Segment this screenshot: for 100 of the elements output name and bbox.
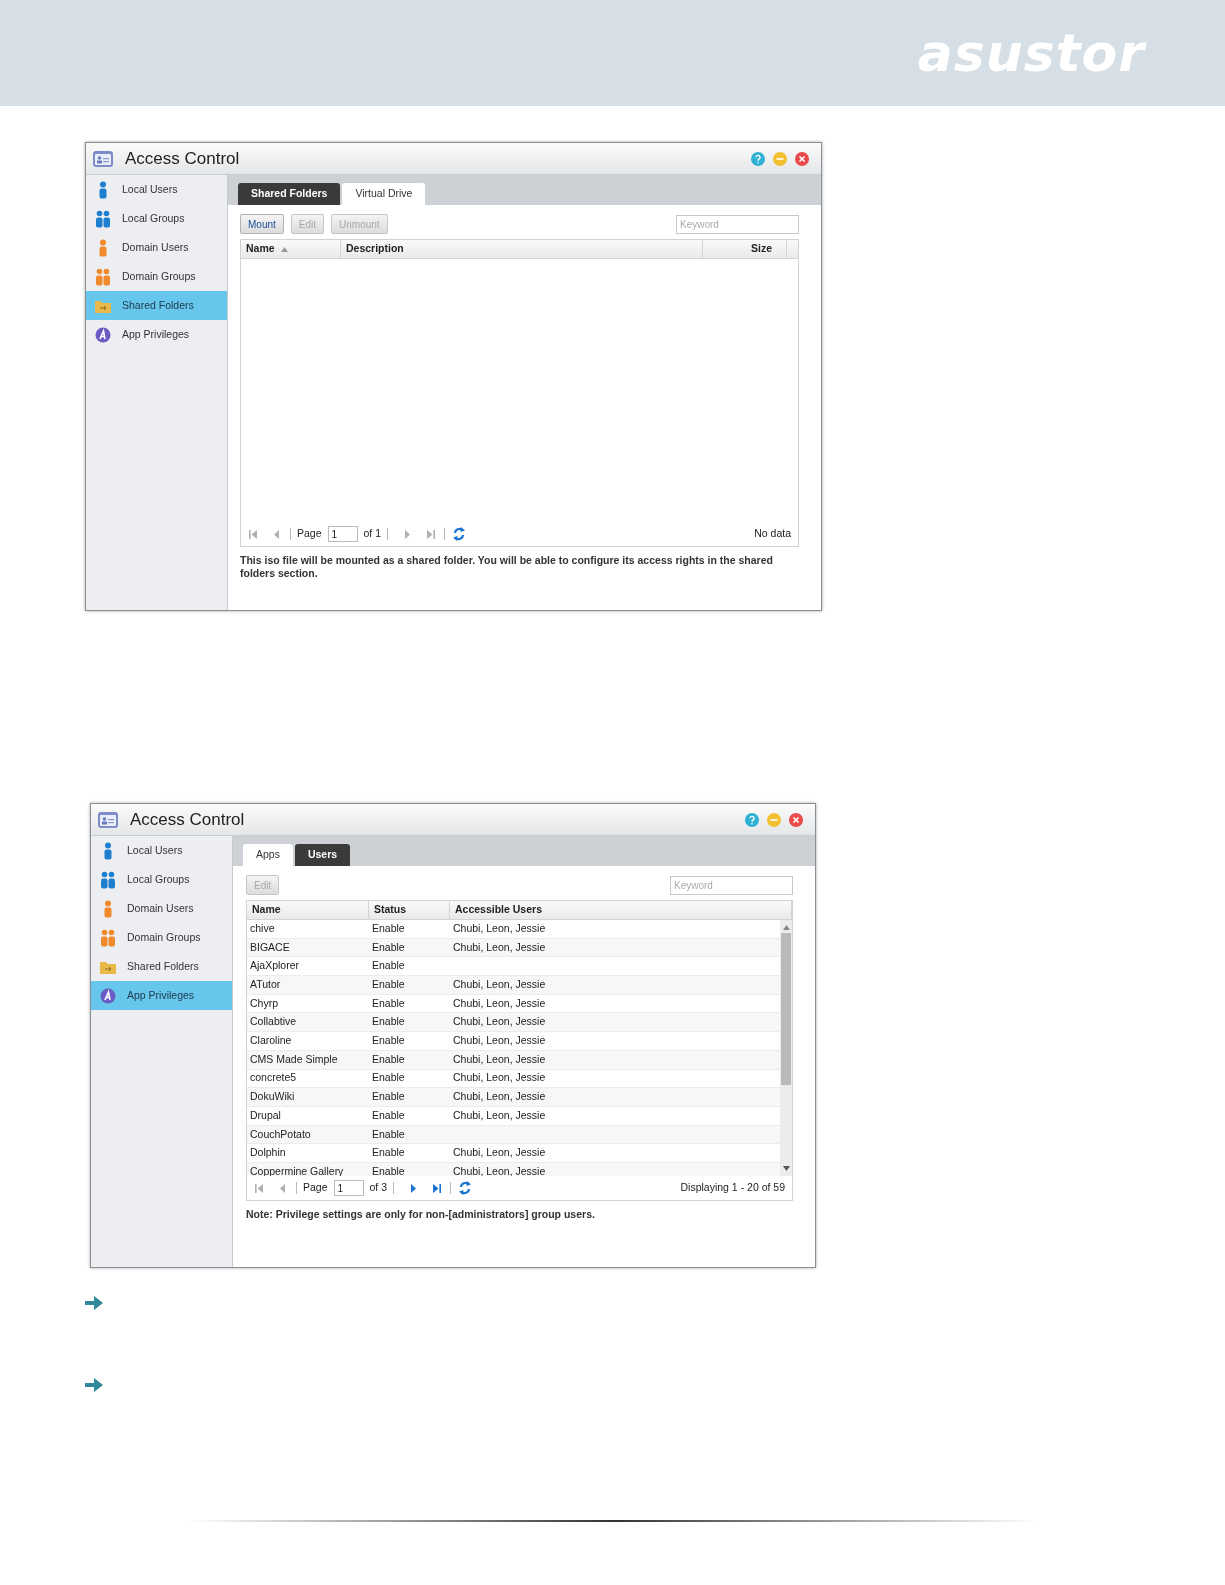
column-header[interactable]: Name	[241, 240, 341, 258]
last-page-icon[interactable]	[432, 1182, 443, 1194]
table-cell: concrete5	[250, 1071, 297, 1084]
table-cell: Enable	[372, 1090, 405, 1103]
table-cell: Chubi, Leon, Jessie	[453, 940, 546, 953]
table-cell: Enable	[372, 1146, 405, 1159]
table-cell: Enable	[372, 1015, 405, 1028]
table-cell: Chubi, Leon, Jessie	[453, 978, 546, 991]
previous-page-icon[interactable]	[272, 528, 282, 540]
id-card-icon	[97, 809, 119, 830]
table-cell: Chubi, Leon, Jessie	[453, 1052, 546, 1065]
search-field[interactable]: Keyword	[676, 214, 799, 234]
column-header[interactable]: Accessible Users	[450, 901, 792, 919]
next-page-icon[interactable]	[402, 528, 413, 540]
table-cell: Enable	[372, 940, 405, 953]
table-cell: Chubi, Leon, Jessie	[453, 996, 546, 1009]
table-cell: ATutor	[250, 978, 281, 991]
table-cell: Chubi, Leon, Jessie	[453, 1034, 546, 1047]
sidebar-item[interactable]: Local Groups	[86, 204, 227, 233]
toolbar-button[interactable]: Mount	[240, 214, 284, 234]
table-cell: Enable	[372, 996, 405, 1009]
search-field[interactable]: Keyword	[670, 875, 793, 895]
table-cell: Enable	[372, 1127, 405, 1140]
id-card-icon	[92, 148, 114, 169]
table-cell: Enable	[372, 978, 405, 991]
page-field[interactable]: 1	[333, 1180, 364, 1196]
table-cell: Dolphin	[250, 1146, 286, 1159]
table-cell: Enable	[372, 1071, 405, 1084]
table-cell: Claroline	[250, 1034, 292, 1047]
table-cell: Enable	[372, 1108, 405, 1121]
first-page-icon[interactable]	[248, 528, 258, 540]
sidebar-item[interactable]: Domain Groups	[91, 923, 232, 952]
table-cell: BIGACE	[250, 940, 290, 953]
tab[interactable]: Virtual Drive	[342, 183, 426, 205]
first-page-icon[interactable]	[254, 1182, 264, 1194]
table-cell: CMS Made Simple	[250, 1052, 338, 1065]
column-header[interactable]: Size	[703, 240, 787, 258]
column-header[interactable]: Name	[247, 901, 369, 919]
help-button[interactable]	[745, 812, 759, 827]
sidebar-item[interactable]: Local Users	[86, 175, 227, 204]
arrow-bullet-icon	[85, 1296, 103, 1310]
window-title: Access Control	[125, 147, 240, 170]
tab[interactable]: Users	[294, 844, 351, 866]
tab[interactable]: Apps	[243, 844, 293, 866]
minimize-button[interactable]	[767, 812, 781, 827]
page-field[interactable]: 1	[327, 526, 358, 542]
sidebar-item[interactable]: App Privileges	[91, 981, 232, 1010]
close-button[interactable]	[789, 812, 803, 827]
page-label: Page	[303, 1180, 328, 1196]
table-cell: Enable	[372, 921, 405, 934]
next-page-icon[interactable]	[408, 1182, 419, 1194]
table-cell: Chubi, Leon, Jessie	[453, 1108, 546, 1121]
sidebar-item[interactable]: Domain Groups	[86, 262, 227, 291]
scrollbar[interactable]	[780, 920, 792, 1176]
table-cell: Chyrp	[250, 996, 278, 1009]
sidebar-item[interactable]: Domain Users	[86, 233, 227, 262]
column-header[interactable]: Description	[341, 240, 703, 258]
table-cell: Chubi, Leon, Jessie	[453, 1015, 546, 1028]
sidebar-item[interactable]: Local Users	[91, 836, 232, 865]
table-cell: Enable	[372, 959, 405, 972]
table-cell: Enable	[372, 1034, 405, 1047]
sidebar-item[interactable]: Shared Folders	[86, 291, 227, 320]
table-cell: Chubi, Leon, Jessie	[453, 921, 546, 934]
page-total: of 1	[363, 526, 382, 542]
refresh-icon[interactable]	[453, 527, 466, 541]
help-button[interactable]	[751, 151, 765, 166]
note-text: Note: Privilege settings are only for non-[administrators] group users.	[246, 1208, 596, 1221]
table-cell: Chubi, Leon, Jessie	[453, 1090, 546, 1103]
table-cell: Chubi, Leon, Jessie	[453, 1164, 546, 1176]
refresh-icon[interactable]	[459, 1181, 472, 1195]
pager-status: No data	[754, 526, 791, 542]
column-header[interactable]: Status	[369, 901, 450, 919]
sidebar-item[interactable]: Shared Folders	[91, 952, 232, 981]
close-button[interactable]	[795, 151, 809, 166]
pager-status: Displaying 1 - 20 of 59	[680, 1180, 785, 1196]
tab[interactable]: Shared Folders	[238, 183, 341, 205]
window-title: Access Control	[130, 808, 245, 831]
scrollbar-thumb[interactable]	[781, 933, 791, 1085]
sidebar-item[interactable]: Domain Users	[91, 894, 232, 923]
last-page-icon[interactable]	[426, 528, 437, 540]
table-cell: chive	[250, 921, 275, 934]
note-text: This iso file will be mounted as a shared folder. You will be able to configure its access rights in the shared folders section.	[240, 554, 774, 580]
table-cell: Collabtive	[250, 1015, 297, 1028]
sidebar-item[interactable]: App Privileges	[86, 320, 227, 349]
table-cell: Chubi, Leon, Jessie	[453, 1071, 546, 1084]
table-cell: Chubi, Leon, Jessie	[453, 1146, 546, 1159]
minimize-button[interactable]	[773, 151, 787, 166]
previous-page-icon[interactable]	[278, 1182, 288, 1194]
table-cell: Enable	[372, 1052, 405, 1065]
table-cell: DokuWiki	[250, 1090, 295, 1103]
scroll-up-icon[interactable]	[782, 925, 790, 930]
table-cell: Drupal	[250, 1108, 281, 1121]
scroll-down-icon[interactable]	[782, 1166, 790, 1171]
sidebar-item[interactable]: Local Groups	[91, 865, 232, 894]
arrow-bullet-icon	[85, 1378, 103, 1392]
page-label: Page	[297, 526, 322, 542]
page-total: of 3	[369, 1180, 388, 1196]
table-cell: AjaXplorer	[250, 959, 300, 972]
table-cell: CouchPotato	[250, 1127, 311, 1140]
table-cell: Enable	[372, 1164, 405, 1176]
